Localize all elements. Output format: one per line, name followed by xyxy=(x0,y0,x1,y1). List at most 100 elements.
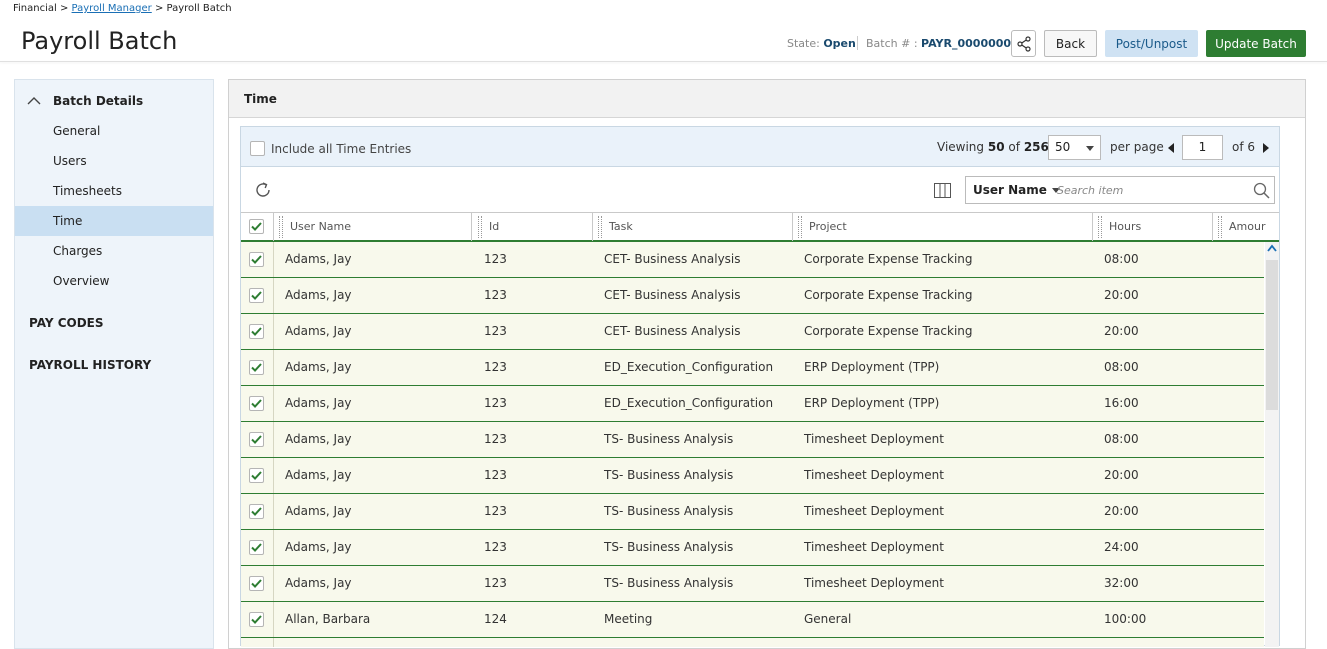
cell-id: 123 xyxy=(484,396,507,410)
columns-icon[interactable] xyxy=(934,183,951,198)
select-all-checkbox[interactable] xyxy=(249,219,264,234)
check-icon xyxy=(251,399,262,408)
sidebar-item-charges[interactable]: Charges xyxy=(15,236,213,266)
sidebar-item-timesheets[interactable]: Timesheets xyxy=(15,176,213,206)
drag-handle-icon[interactable] xyxy=(279,216,283,238)
row-checkbox[interactable] xyxy=(249,612,264,627)
column-header-task[interactable]: Task xyxy=(609,213,633,241)
row-checkbox[interactable] xyxy=(249,540,264,555)
row-checkbox[interactable] xyxy=(249,324,264,339)
row-checkbox[interactable] xyxy=(249,576,264,591)
search-input[interactable]: Search item xyxy=(1057,184,1123,197)
cell-id: 123 xyxy=(484,288,507,302)
table-row[interactable]: Adams, Jay 123 TS- Business Analysis Timesh… xyxy=(241,566,1264,602)
column-header-user-name[interactable]: User Name xyxy=(290,213,351,241)
row-checkbox[interactable] xyxy=(249,252,264,267)
column-header-id[interactable]: Id xyxy=(489,213,499,241)
column-header-hours[interactable]: Hours xyxy=(1109,213,1141,241)
cell-project: Timesheet Deployment xyxy=(804,540,944,554)
table-row[interactable]: Adams, Jay 123 ED_Execution_Configuration E… xyxy=(241,386,1264,422)
drag-handle-icon[interactable] xyxy=(1218,216,1222,238)
row-checkbox-cell xyxy=(241,386,274,421)
table-row[interactable]: Adams, Jay 123 ED_Execution_Configuration E… xyxy=(241,350,1264,386)
table-row[interactable]: Adams, Jay 123 TS- Business Analysis Timesh… xyxy=(241,422,1264,458)
panel-header: Time xyxy=(229,80,1305,118)
drag-handle-icon[interactable] xyxy=(598,216,602,238)
row-checkbox[interactable] xyxy=(249,432,264,447)
page-number-input[interactable]: 1 xyxy=(1182,135,1223,160)
row-checkbox[interactable] xyxy=(249,504,264,519)
cell-task: CET- Business Analysis xyxy=(604,252,741,266)
row-checkbox[interactable] xyxy=(249,396,264,411)
check-icon xyxy=(251,255,262,264)
scrollbar-thumb[interactable] xyxy=(1266,260,1278,410)
sidebar-item-time[interactable]: Time xyxy=(15,206,213,236)
refresh-icon[interactable] xyxy=(253,180,273,200)
chevron-up-icon[interactable] xyxy=(1267,244,1277,252)
cell-task: ED_Execution_Configuration xyxy=(604,396,774,410)
batch-details-title: Batch Details xyxy=(53,94,144,108)
next-page-icon[interactable] xyxy=(1263,143,1269,153)
cell-hours: 08:00 xyxy=(1104,432,1139,446)
cell-user-name: Adams, Jay xyxy=(285,324,352,338)
sidebar-item-users[interactable]: Users xyxy=(15,146,213,176)
include-all-checkbox[interactable]: Include all Time Entries xyxy=(250,141,411,156)
row-checkbox[interactable] xyxy=(249,288,264,303)
table-row[interactable]: Adams, Jay 123 CET- Business Analysis Corpo… xyxy=(241,242,1264,278)
cell-id: 123 xyxy=(484,468,507,482)
post-unpost-button[interactable]: Post/Unpost xyxy=(1105,30,1198,57)
search-field-dropdown[interactable]: User Name xyxy=(973,183,1060,197)
search-icon[interactable] xyxy=(1253,182,1270,199)
table-row[interactable]: Adams, Jay 123 TS- Business Analysis Timesh… xyxy=(241,530,1264,566)
chevron-up-icon xyxy=(27,97,41,105)
cell-hours: 20:00 xyxy=(1104,288,1139,302)
viewing-of-label: of xyxy=(1008,140,1020,154)
cell-id: 123 xyxy=(484,360,507,374)
sidebar-section-payroll-history[interactable]: PAYROLL HISTORY xyxy=(29,358,151,372)
sidebar-item-overview[interactable]: Overview xyxy=(15,266,213,296)
batch-label: Batch # : xyxy=(866,37,918,50)
table-row[interactable]: Allan, Barbara 124 Meeting General 100:00 xyxy=(241,602,1264,638)
update-batch-button[interactable]: Update Batch xyxy=(1206,30,1306,57)
drag-handle-icon[interactable] xyxy=(798,216,802,238)
row-checkbox[interactable] xyxy=(249,360,264,375)
cell-hours: 32:00 xyxy=(1104,576,1139,590)
batch-details-toggle[interactable]: Batch Details xyxy=(27,94,143,108)
sidebar-item-general[interactable]: General xyxy=(15,116,213,146)
cell-hours: 20:00 xyxy=(1104,324,1139,338)
viewing-total: 256 xyxy=(1023,140,1049,154)
vertical-scrollbar[interactable] xyxy=(1265,242,1279,647)
table-row[interactable]: Adams, Jay 123 CET- Business Analysis Corpo… xyxy=(241,278,1264,314)
drag-handle-icon[interactable] xyxy=(1098,216,1102,238)
share-button[interactable] xyxy=(1011,30,1036,57)
share-icon xyxy=(1016,35,1031,52)
cell-project: Timesheet Deployment xyxy=(804,576,944,590)
state-value: Open xyxy=(823,37,856,50)
cell-project: Corporate Expense Tracking xyxy=(804,288,973,302)
per-page-label: per page xyxy=(1110,140,1164,154)
table-row[interactable]: Adams, Jay 123 TS- Business Analysis Timesh… xyxy=(241,458,1264,494)
cell-project: Timesheet Deployment xyxy=(804,468,944,482)
row-checkbox-cell xyxy=(241,458,274,493)
column-header-amount[interactable]: Amour xyxy=(1229,213,1265,241)
checkbox[interactable] xyxy=(250,141,265,156)
row-checkbox-cell xyxy=(241,350,274,385)
cell-hours: 08:00 xyxy=(1104,360,1139,374)
per-page-select[interactable]: 50 xyxy=(1048,135,1101,160)
grid-search-bar: User Name Search item xyxy=(241,168,1279,212)
breadcrumb-payroll-manager-link[interactable]: Payroll Manager xyxy=(72,3,152,14)
column-header-project[interactable]: Project xyxy=(809,213,847,241)
sidebar-section-pay-codes[interactable]: PAY CODES xyxy=(29,316,104,330)
table-row[interactable]: Adams, Jay 123 CET- Business Analysis Corpo… xyxy=(241,314,1264,350)
header-divider xyxy=(0,61,1327,62)
previous-page-icon[interactable] xyxy=(1168,143,1174,153)
row-checkbox[interactable] xyxy=(249,468,264,483)
viewing-label: Viewing xyxy=(937,140,985,154)
check-icon xyxy=(251,507,262,516)
back-button[interactable]: Back xyxy=(1044,30,1097,57)
cell-project: General xyxy=(804,612,852,626)
drag-handle-icon[interactable] xyxy=(478,216,482,238)
table-row[interactable] xyxy=(241,638,1264,647)
check-icon xyxy=(251,615,262,624)
table-row[interactable]: Adams, Jay 123 TS- Business Analysis Timesh… xyxy=(241,494,1264,530)
